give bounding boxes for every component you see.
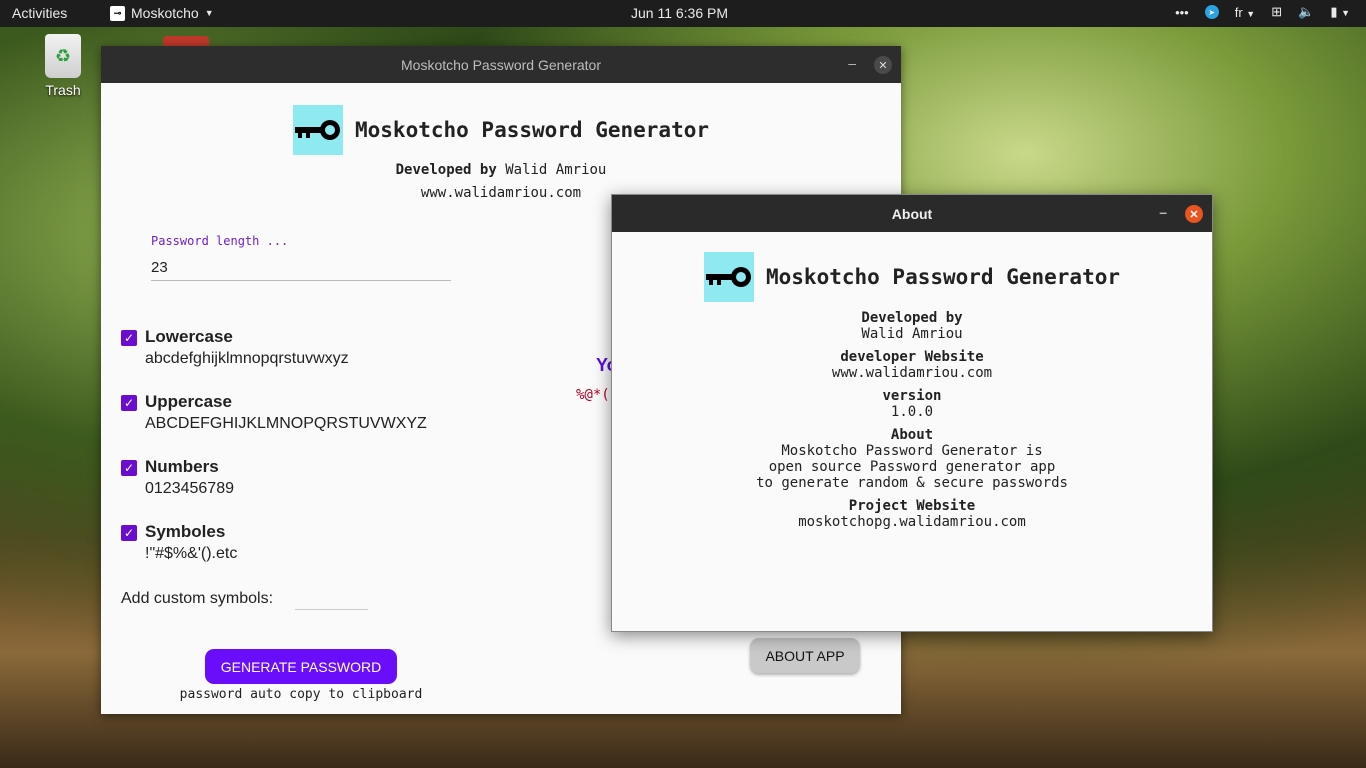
app-menu[interactable]: ⊸ Moskotcho ▼	[110, 5, 214, 21]
network-icon[interactable]: ⊞	[1271, 4, 1282, 20]
overflow-menu-icon[interactable]: •••	[1175, 5, 1189, 20]
battery-icon[interactable]: ▮ ▼	[1330, 4, 1350, 20]
about-window: About – ✕ Moskotcho Password Generator D…	[611, 194, 1213, 632]
generated-password[interactable]: %@*(	[576, 387, 610, 403]
option-chars: ABCDEFGHIJKLMNOPQRSTUVWXYZ	[145, 415, 427, 432]
about-app-title: Moskotcho Password Generator	[766, 265, 1121, 289]
clipboard-hint: password auto copy to clipboard	[179, 687, 423, 702]
website-heading: developer Website	[840, 349, 984, 365]
trash-icon: ♻	[45, 34, 81, 78]
about-app-button[interactable]: ABOUT APP	[750, 638, 860, 673]
developer-prefix: Developed by	[395, 162, 497, 178]
developer-name: Walid Amriou	[505, 162, 607, 178]
about-window-titlebar[interactable]: About – ✕	[612, 195, 1212, 232]
clock[interactable]: Jun 11 6:36 PM	[631, 5, 728, 21]
chevron-down-icon: ▼	[204, 8, 214, 18]
generate-password-button[interactable]: GENERATE PASSWORD	[205, 649, 397, 684]
option-chars: !"#$%&'().etc	[145, 545, 238, 562]
project-website-value[interactable]: moskotchopg.walidamriou.com	[612, 514, 1212, 530]
option-label: Lowercase	[145, 327, 233, 346]
key-logo-icon	[704, 252, 754, 302]
checkbox-checked-icon[interactable]: ✓	[121, 330, 137, 346]
option-label: Symboles	[145, 522, 226, 541]
project-website-heading: Project Website	[848, 498, 976, 514]
password-length-input[interactable]	[151, 254, 451, 281]
version-value: 1.0.0	[890, 404, 934, 420]
folder-icon[interactable]	[163, 36, 209, 46]
app-header: Moskotcho Password Generator	[293, 105, 709, 155]
about-body: Developed by Walid Amriou developer Webs…	[612, 310, 1212, 530]
app-menu-label: Moskotcho	[131, 5, 199, 21]
volume-icon[interactable]: 🔈	[1298, 4, 1314, 20]
option-chars: abcdefghijklmnopqrstuvwxyz	[145, 350, 349, 367]
password-length-label: Password length ...	[151, 234, 289, 248]
checkbox-checked-icon[interactable]: ✓	[121, 525, 137, 541]
language-label: fr	[1234, 4, 1243, 20]
activities-button[interactable]: Activities	[12, 5, 67, 21]
trash-label: Trash	[45, 82, 81, 98]
about-heading: About	[890, 427, 934, 443]
developer-line: Developed by Walid Amriou	[101, 162, 901, 178]
website-value[interactable]: www.walidamriou.com	[612, 365, 1212, 381]
option-chars: 0123456789	[145, 480, 234, 497]
version-heading: version	[882, 388, 942, 404]
close-icon[interactable]: ✕	[1185, 205, 1203, 223]
option-label: Numbers	[145, 457, 219, 476]
close-icon[interactable]: ✕	[874, 56, 892, 74]
about-window-title: About	[891, 206, 933, 222]
trash-desktop-item[interactable]: ♻ Trash	[40, 34, 86, 98]
app-key-icon: ⊸	[110, 5, 125, 21]
about-line: to generate random & secure passwords	[756, 475, 1068, 491]
checkbox-checked-icon[interactable]: ✓	[121, 460, 137, 476]
about-header: Moskotcho Password Generator	[704, 252, 1120, 302]
main-window-titlebar[interactable]: Moskotcho Password Generator – ✕	[101, 46, 901, 83]
minimize-icon[interactable]: –	[848, 55, 856, 71]
key-logo-icon	[293, 105, 343, 155]
option-label: Uppercase	[145, 392, 232, 411]
about-line: open source Password generator app	[768, 459, 1056, 475]
checkbox-checked-icon[interactable]: ✓	[121, 395, 137, 411]
telegram-icon[interactable]: ➤	[1204, 5, 1219, 19]
minimize-icon[interactable]: –	[1159, 204, 1167, 220]
language-selector[interactable]: fr ▼	[1235, 5, 1256, 20]
developed-by-heading: Developed by	[861, 310, 963, 326]
system-tray: ••• ➤ fr ▼ ⊞ 🔈 ▮ ▼	[1175, 4, 1350, 20]
custom-symbols-input[interactable]	[295, 586, 368, 610]
developed-by-value: Walid Amriou	[861, 326, 963, 342]
top-bar: Activities ⊸ Moskotcho ▼ Jun 11 6:36 PM …	[0, 0, 1366, 27]
chevron-down-icon: ▼	[1246, 8, 1256, 19]
custom-symbols-label: Add custom symbols:	[121, 590, 274, 607]
main-window-title: Moskotcho Password Generator	[401, 57, 601, 73]
app-title: Moskotcho Password Generator	[355, 118, 710, 142]
about-line: Moskotcho Password Generator is	[781, 443, 1043, 459]
